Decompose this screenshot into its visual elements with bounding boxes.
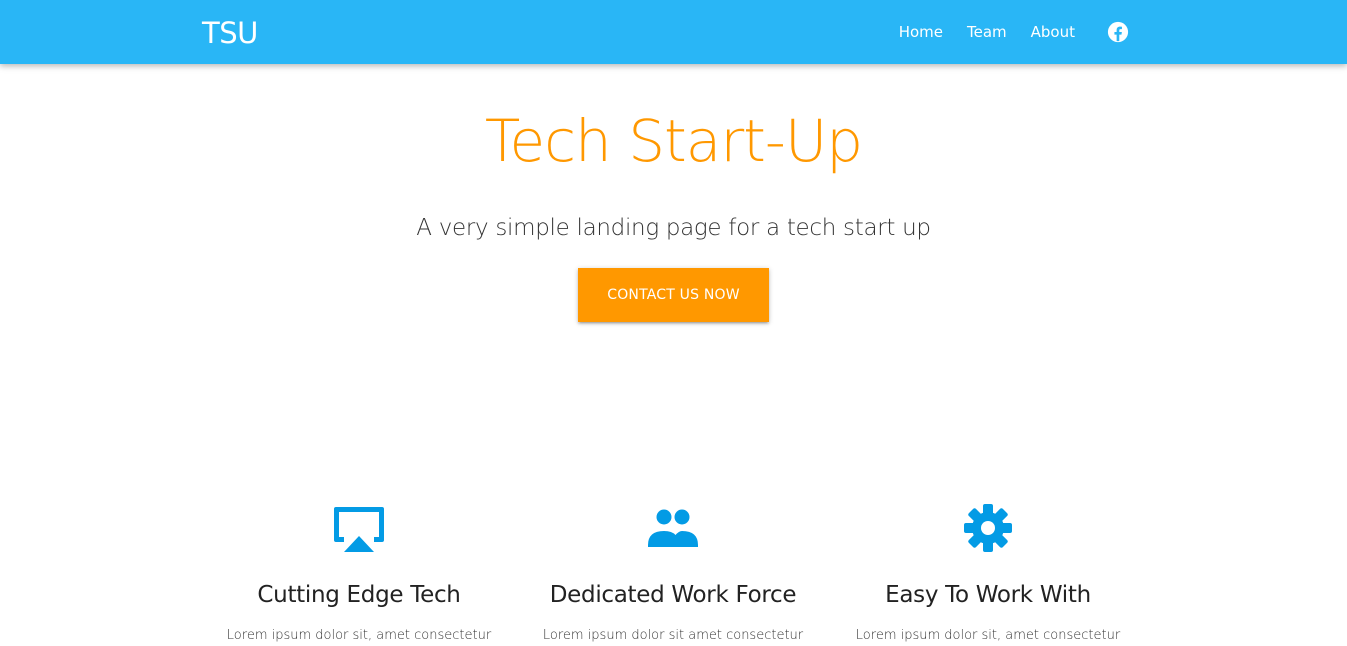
feature-text: Lorem ipsum dolor sit amet consectetur	[542, 628, 804, 643]
airplay-icon	[334, 507, 384, 552]
hero-title: Tech Start-Up	[484, 107, 863, 175]
nav-link-home[interactable]: Home	[887, 0, 955, 64]
feature-title: Cutting Edge Tech	[257, 582, 461, 608]
nav-link-team[interactable]: Team	[955, 0, 1019, 64]
feature-title: Dedicated Work Force	[549, 582, 797, 608]
people-icon	[648, 509, 698, 547]
nav-links: Home Team About	[887, 0, 1129, 64]
facebook-link[interactable]	[1087, 0, 1129, 64]
facebook-icon	[1107, 21, 1129, 43]
hero-subtitle: A very simple landing page for a tech st…	[416, 215, 931, 241]
brand-logo-link[interactable]: TSU	[202, 15, 258, 51]
nav-link-about[interactable]: About	[1019, 0, 1087, 64]
feature-text: Lorem ipsum dolor sit, amet consectetur	[855, 628, 1121, 643]
top-navbar: TSU Home Team About	[0, 0, 1347, 64]
contact-us-button[interactable]: CONTACT US NOW	[578, 268, 769, 322]
feature-title: Easy To Work With	[885, 582, 1091, 608]
feature-text: Lorem ipsum dolor sit, amet consectetur	[226, 628, 492, 643]
gear-icon	[964, 504, 1012, 552]
